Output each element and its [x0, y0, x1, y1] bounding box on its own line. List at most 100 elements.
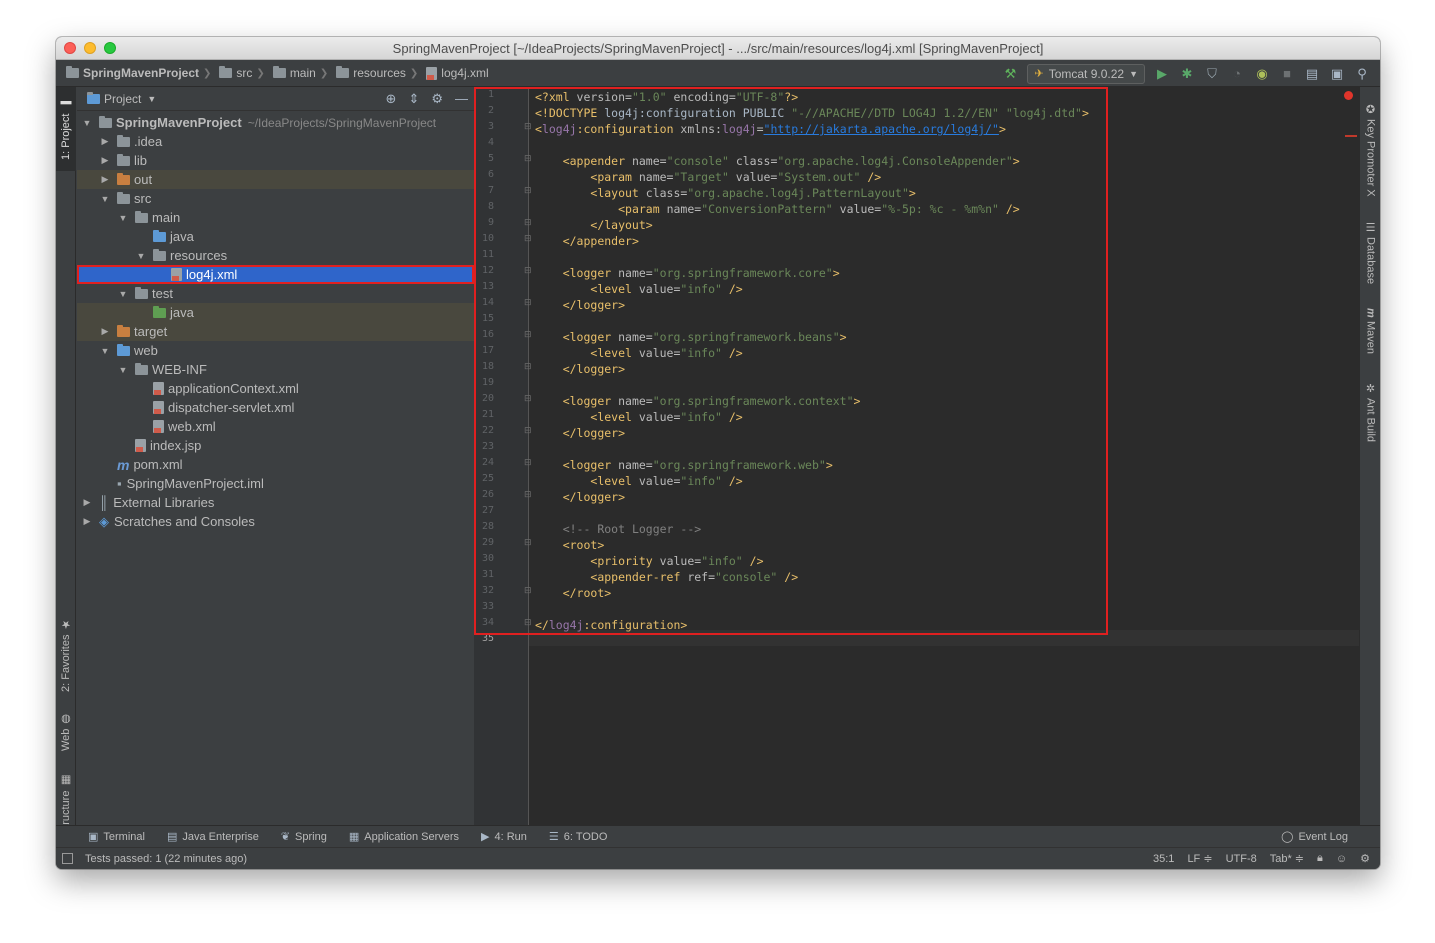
caret-position[interactable]: 35:1 — [1153, 853, 1174, 865]
expand-down-icon[interactable]: ▼ — [99, 346, 111, 356]
tree-item[interactable]: ▼ test — [77, 284, 474, 303]
locate-icon[interactable]: ⊕ — [386, 91, 397, 107]
expand-down-icon[interactable]: ▼ — [135, 251, 147, 261]
tree-item[interactable]: ▼ web — [77, 341, 474, 360]
frame-icon[interactable]: ▣ — [1329, 66, 1345, 82]
lock-icon[interactable]: 🔒︎ — [1317, 852, 1323, 865]
expand-right-icon[interactable]: ▶ — [99, 136, 111, 147]
run-configuration-select[interactable]: ✈ Tomcat 9.0.22 ▼ — [1027, 63, 1145, 84]
fold-marker-icon[interactable]: ⊟ — [524, 185, 532, 196]
tree-item[interactable]: ▶applicationContext.xml — [77, 379, 474, 398]
breadcrumb-project[interactable]: SpringMavenProject ❯ — [66, 66, 215, 80]
tab-project[interactable]: 1: Project ▬ — [56, 87, 76, 171]
fold-marker-icon[interactable]: ⊟ — [524, 537, 532, 548]
expand-right-icon[interactable]: ▶ — [81, 497, 93, 508]
profile-icon[interactable]: ◔ — [1229, 66, 1245, 82]
tree-item[interactable]: ▼ src — [77, 189, 474, 208]
bug-icon[interactable]: ✱ — [1179, 66, 1195, 82]
coverage-icon[interactable]: ⛉ — [1204, 66, 1220, 82]
project-structure-icon[interactable]: ▤ — [1304, 66, 1320, 82]
tab-todo[interactable]: ☰ 6: TODO — [549, 830, 607, 844]
tab-database[interactable]: ☰ Database — [1360, 217, 1380, 289]
tree-item[interactable]: ▼ SpringMavenProject ~/IdeaProjects/Spring… — [77, 113, 474, 132]
maximize-window-button[interactable] — [104, 42, 116, 54]
fold-marker-icon[interactable]: ⊟ — [524, 297, 532, 308]
tab-java-enterprise[interactable]: ▤ Java Enterprise — [167, 830, 259, 844]
tree-item[interactable]: ▶java — [77, 227, 474, 246]
indent-setting[interactable]: Tab* ≑ — [1270, 852, 1304, 865]
breadcrumb-src[interactable]: src ❯ — [219, 66, 268, 80]
tree-item[interactable]: ▶ target — [77, 322, 474, 341]
gear-icon[interactable]: ⚙ — [431, 91, 443, 107]
event-log-button[interactable]: ◯ Event Log — [1281, 830, 1348, 844]
close-window-button[interactable] — [64, 42, 76, 54]
breadcrumb-main[interactable]: main ❯ — [272, 66, 332, 80]
search-icon[interactable]: ⚲ — [1354, 66, 1370, 82]
tree-item[interactable]: ▶index.jsp — [77, 436, 474, 455]
fold-marker-icon[interactable]: ⊟ — [524, 425, 532, 436]
project-view-selector[interactable]: Project — [104, 92, 141, 106]
chevron-down-icon[interactable]: ▼ — [147, 94, 156, 104]
breadcrumb-resources[interactable]: resources ❯ — [336, 66, 422, 80]
hammer-icon[interactable]: ⚒ — [1002, 66, 1018, 82]
tree-item[interactable]: ▼ WEB-INF — [77, 360, 474, 379]
expand-right-icon[interactable]: ▶ — [99, 155, 111, 166]
fold-marker-icon[interactable]: ⊟ — [524, 217, 532, 228]
tab-run[interactable]: ▶ 4: Run — [481, 830, 527, 844]
tab-web[interactable]: Web ◍ — [56, 707, 76, 757]
fold-marker-icon[interactable]: ⊟ — [524, 361, 532, 372]
fold-marker-icon[interactable]: ⊟ — [524, 329, 532, 340]
breadcrumb-file[interactable]: log4j.xml — [426, 66, 489, 80]
error-stripe-mark[interactable] — [1345, 135, 1357, 137]
fold-marker-icon[interactable]: ⊟ — [524, 617, 532, 628]
expand-down-icon[interactable]: ▼ — [99, 194, 111, 204]
expand-down-icon[interactable]: ▼ — [117, 213, 129, 223]
tab-spring[interactable]: ❦ Spring — [281, 830, 327, 844]
toggle-tool-windows-icon[interactable] — [62, 853, 73, 864]
fold-marker-icon[interactable]: ⊟ — [524, 233, 532, 244]
fold-marker-icon[interactable]: ⊟ — [524, 457, 532, 468]
line-separator[interactable]: LF ≑ — [1187, 852, 1212, 865]
tree-item[interactable]: ▶java — [77, 303, 474, 322]
tree-item[interactable]: ▼ resources — [77, 246, 474, 265]
tree-item[interactable]: ▶ out — [77, 170, 474, 189]
tree-item[interactable]: ▶ lib — [77, 151, 474, 170]
expand-right-icon[interactable]: ▶ — [81, 516, 93, 527]
tree-item[interactable]: ▶ ║ External Libraries — [77, 493, 474, 512]
collapse-all-icon[interactable]: ⇕ — [408, 91, 419, 107]
tab-maven[interactable]: m Maven — [1360, 303, 1380, 359]
expand-right-icon[interactable]: ▶ — [99, 326, 111, 337]
file-encoding[interactable]: UTF-8 — [1226, 853, 1257, 865]
error-indicator-icon[interactable] — [1344, 91, 1353, 100]
fold-marker-icon[interactable]: ⊟ — [524, 585, 532, 596]
expand-down-icon[interactable]: ▼ — [81, 118, 93, 128]
fold-marker-icon[interactable]: ⊟ — [524, 393, 532, 404]
tree-item[interactable]: ▶mpom.xml — [77, 455, 474, 474]
fold-marker-icon[interactable]: ⊟ — [524, 121, 532, 132]
tree-item[interactable]: ▼ main — [77, 208, 474, 227]
tree-item[interactable]: ▶ ◈ Scratches and Consoles — [77, 512, 474, 531]
tab-favorites[interactable]: 2: Favorites ★ — [56, 613, 76, 697]
fold-marker-icon[interactable]: ⊟ — [524, 265, 532, 276]
expand-down-icon[interactable]: ▼ — [117, 289, 129, 299]
fold-marker-icon[interactable]: ⊟ — [524, 489, 532, 500]
memory-icon[interactable]: ⚙ — [1360, 852, 1370, 865]
expand-right-icon[interactable]: ▶ — [99, 174, 111, 185]
tree-item[interactable]: ▶ .idea — [77, 132, 474, 151]
tab-terminal[interactable]: ▣ Terminal — [88, 830, 145, 844]
hide-icon[interactable]: — — [455, 91, 468, 107]
inspector-icon[interactable]: ☺ — [1336, 853, 1347, 865]
fold-marker-icon[interactable]: ⊟ — [524, 153, 532, 164]
minimize-window-button[interactable] — [84, 42, 96, 54]
tree-item[interactable]: ▶dispatcher-servlet.xml — [77, 398, 474, 417]
tab-application-servers[interactable]: ▦ Application Servers — [349, 830, 459, 844]
expand-down-icon[interactable]: ▼ — [117, 365, 129, 375]
tab-ant-build[interactable]: ✲ Ant Build — [1360, 377, 1380, 447]
play-icon[interactable]: ▶ — [1154, 66, 1170, 82]
stop-icon[interactable]: ■ — [1279, 66, 1295, 82]
code-editor[interactable]: 1 2 3 4 5 6 7 8 9 10 11 12 13 14 15 16 17 18 19 20 21 22 23 24 2… — [474, 87, 1359, 825]
tree-item[interactable]: ▶▪SpringMavenProject.iml — [77, 474, 474, 493]
attach-icon[interactable]: ◉ — [1254, 66, 1270, 82]
tree-item[interactable]: ▶log4j.xml — [77, 265, 474, 284]
tree-item[interactable]: ▶web.xml — [77, 417, 474, 436]
